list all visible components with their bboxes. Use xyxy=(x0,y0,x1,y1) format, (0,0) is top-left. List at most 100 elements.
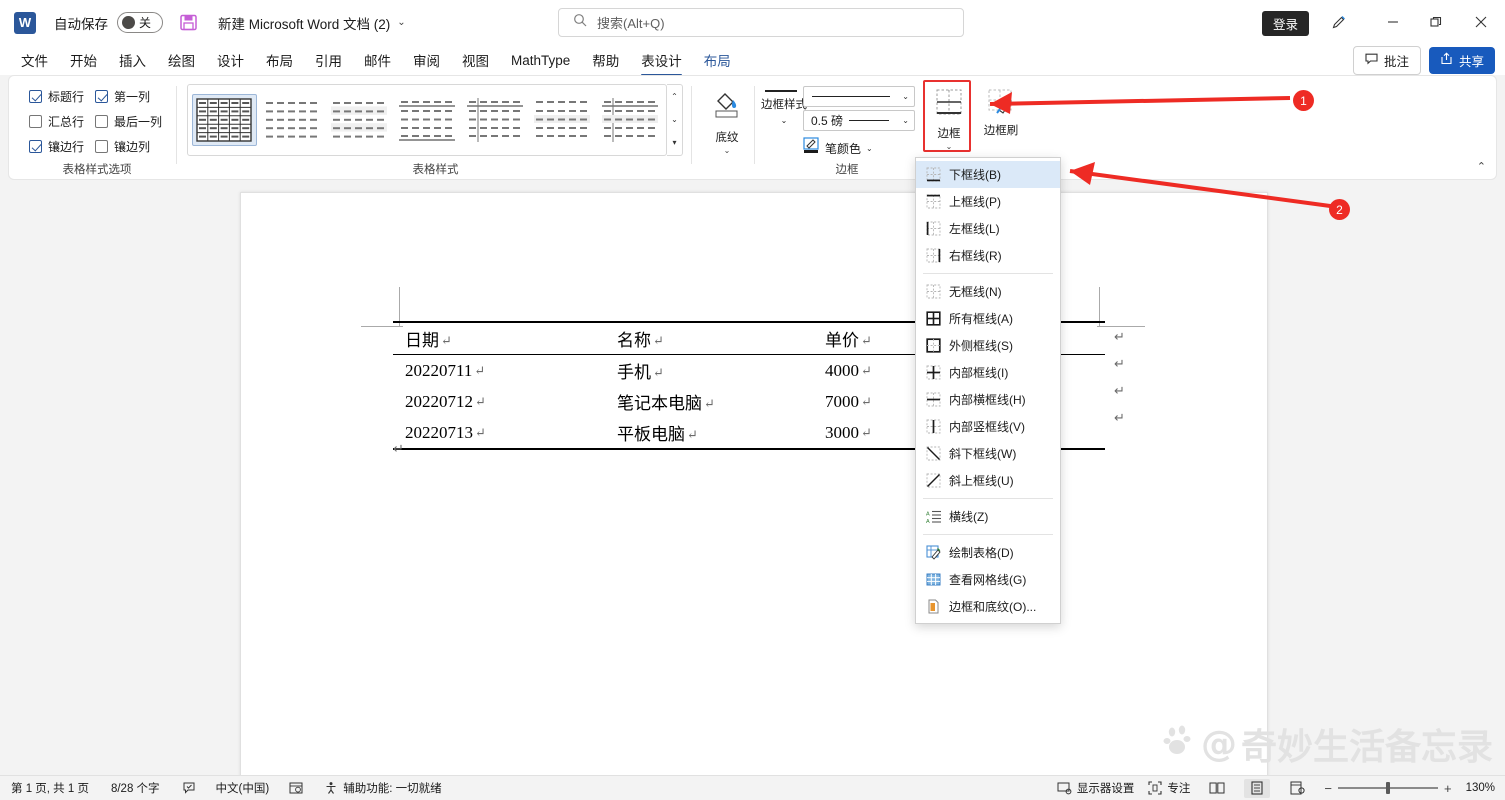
zoom-thumb[interactable] xyxy=(1385,782,1390,795)
tab-mailings[interactable]: 邮件 xyxy=(355,47,400,73)
autosave-toggle[interactable]: 关 xyxy=(117,12,163,33)
menu-item-horizontal-line[interactable]: A A 横线(Z) xyxy=(916,503,1060,530)
table-cell[interactable]: 日期 ↵ xyxy=(393,321,605,355)
checkbox-banded-rows[interactable]: 镶边行 xyxy=(29,138,95,155)
checkbox-header-row[interactable]: 标题行 xyxy=(29,88,95,105)
tab-layout[interactable]: 布局 xyxy=(257,47,302,73)
minimize-button[interactable] xyxy=(1380,10,1406,34)
pen-color-button[interactable]: 笔颜色 ⌄ xyxy=(803,137,873,159)
print-layout-button[interactable] xyxy=(1244,778,1271,798)
menu-item-diagonal-down-border[interactable]: 斜下框线(W) xyxy=(916,440,1060,467)
accessibility-status[interactable]: 辅助功能: 一切就绪 xyxy=(324,780,442,796)
border-painter-button[interactable]: 边框刷 xyxy=(973,84,1029,138)
share-button[interactable]: 共享 xyxy=(1428,46,1495,74)
tab-insert[interactable]: 插入 xyxy=(110,47,155,73)
table-style-thumbnail[interactable] xyxy=(259,94,325,146)
zoom-slider[interactable]: − + xyxy=(1324,781,1451,796)
page-info[interactable]: 第 1 页, 共 1 页 xyxy=(11,780,89,796)
checkbox-total-row[interactable]: 汇总行 xyxy=(29,113,95,130)
table-style-thumbnail[interactable] xyxy=(394,94,460,146)
chevron-down-icon[interactable]: ⌄ xyxy=(902,92,909,101)
tab-draw[interactable]: 绘图 xyxy=(159,47,204,73)
menu-item-no-border[interactable]: 无框线(N) xyxy=(916,278,1060,305)
table-cell[interactable]: 名称 ↵ xyxy=(605,321,813,355)
menu-item-bottom-border[interactable]: 下框线(B) xyxy=(916,161,1060,188)
line-weight-dropdown[interactable]: 0.5 磅 ⌄ xyxy=(803,110,915,131)
shading-button[interactable]: 底纹 ⌄ xyxy=(699,84,755,155)
zoom-track[interactable] xyxy=(1337,782,1438,795)
chevron-down-icon[interactable]: ⌄ xyxy=(866,144,873,153)
tab-help[interactable]: 帮助 xyxy=(583,47,628,73)
tab-references[interactable]: 引用 xyxy=(306,47,351,73)
table-style-thumbnail[interactable] xyxy=(327,94,392,146)
tab-table-layout[interactable]: 布局 xyxy=(695,47,740,73)
tab-view[interactable]: 视图 xyxy=(453,47,498,73)
menu-item-left-border[interactable]: 左框线(L) xyxy=(916,215,1060,242)
search-input[interactable]: 搜索(Alt+Q) xyxy=(558,8,964,37)
menu-item-all-borders[interactable]: 所有框线(A) xyxy=(916,305,1060,332)
menu-item-draw-table[interactable]: 绘制表格(D) xyxy=(916,539,1060,566)
document-title[interactable]: 新建 Microsoft Word 文档 (2) xyxy=(218,13,390,33)
menu-item-inside-vertical-border[interactable]: 内部竖框线(V) xyxy=(916,413,1060,440)
tab-design[interactable]: 设计 xyxy=(208,47,253,73)
word-count[interactable]: 8/28 个字 xyxy=(111,780,160,796)
tab-table-design[interactable]: 表设计 xyxy=(632,47,691,76)
tab-review[interactable]: 审阅 xyxy=(404,47,449,73)
table-style-thumbnail[interactable] xyxy=(192,94,257,146)
table-cell[interactable]: 20220713 ↵ xyxy=(393,417,605,450)
menu-item-diagonal-up-border[interactable]: 斜上框线(U) xyxy=(916,467,1060,494)
table-style-thumbnail[interactable] xyxy=(529,94,595,146)
chevron-down-icon[interactable]: ⌄ xyxy=(781,116,788,125)
table-cell[interactable]: 手机 ↵ xyxy=(605,355,813,387)
close-button[interactable] xyxy=(1468,10,1494,34)
chevron-down-icon[interactable]: ⌄ xyxy=(397,17,405,28)
proofing-icon[interactable] xyxy=(182,781,196,795)
restore-button[interactable] xyxy=(1423,10,1449,34)
chevron-down-icon[interactable]: ⌄ xyxy=(902,116,909,125)
zoom-level[interactable]: 130% xyxy=(1466,782,1495,794)
read-mode-button[interactable] xyxy=(1204,779,1230,798)
checkbox-first-column[interactable]: 第一列 xyxy=(95,88,167,105)
document-page[interactable]: 日期 ↵ 名称 ↵ 单价 ↵ 20220711 ↵ 手机 ↵ 4000 ↵ 20220712… xyxy=(240,192,1268,775)
table-style-thumbnail[interactable] xyxy=(597,94,663,146)
table-cell[interactable]: 20220711 ↵ xyxy=(393,355,605,387)
pen-icon[interactable] xyxy=(1326,10,1352,34)
checkbox-last-column[interactable]: 最后一列 xyxy=(95,113,167,130)
table-cell[interactable]: 20220712 ↵ xyxy=(393,386,605,417)
zoom-in-button[interactable]: + xyxy=(1444,781,1452,796)
display-settings-button[interactable]: 显示器设置 xyxy=(1057,780,1134,796)
gallery-scroll-up[interactable]: ⌃ xyxy=(671,92,678,101)
table-style-thumbnail[interactable] xyxy=(462,94,527,146)
menu-item-borders-and-shading[interactable]: 边框和底纹(O)... xyxy=(916,593,1060,620)
gallery-more-button[interactable]: ▾ xyxy=(672,139,676,147)
save-icon[interactable] xyxy=(179,13,198,32)
tab-file[interactable]: 文件 xyxy=(12,47,57,73)
zoom-out-button[interactable]: − xyxy=(1324,781,1332,796)
menu-item-inside-borders[interactable]: 内部框线(I) xyxy=(916,359,1060,386)
menu-item-outside-borders[interactable]: 外侧框线(S) xyxy=(916,332,1060,359)
menu-item-inside-horizontal-border[interactable]: 内部横框线(H) xyxy=(916,386,1060,413)
tab-home[interactable]: 开始 xyxy=(61,47,106,73)
document-area[interactable]: 日期 ↵ 名称 ↵ 单价 ↵ 20220711 ↵ 手机 ↵ 4000 ↵ 20220712… xyxy=(0,182,1505,775)
comments-button[interactable]: 批注 xyxy=(1352,45,1421,75)
language-indicator[interactable]: 中文(中国) xyxy=(216,780,270,796)
borders-dropdown-menu[interactable]: 下框线(B) 上框线(P) 左框线(L) 右框线(R) 无框线(N) 所有框线(… xyxy=(915,157,1061,624)
line-style-dropdown[interactable]: ⌄ xyxy=(803,86,915,107)
menu-item-right-border[interactable]: 右框线(R) xyxy=(916,242,1060,269)
table-styles-gallery[interactable] xyxy=(187,84,667,156)
checkbox-banded-columns[interactable]: 镶边列 xyxy=(95,138,167,155)
focus-mode-button[interactable]: 专注 xyxy=(1148,780,1190,796)
gallery-scroll-down[interactable]: ⌄ xyxy=(671,115,678,124)
web-layout-button[interactable] xyxy=(1284,779,1310,798)
menu-item-top-border[interactable]: 上框线(P) xyxy=(916,188,1060,215)
ribbon-collapse-button[interactable]: ⌃ xyxy=(1477,160,1486,173)
language-settings-icon[interactable] xyxy=(289,781,304,795)
chevron-down-icon[interactable]: ⌄ xyxy=(724,146,731,155)
table-cell[interactable]: 平板电脑 ↵ xyxy=(605,417,813,450)
tab-mathtype[interactable]: MathType xyxy=(502,50,579,71)
border-styles-button[interactable]: 边框样式 ⌄ xyxy=(761,98,807,128)
gallery-scrollbar[interactable]: ⌃ ⌄ ▾ xyxy=(667,84,683,156)
menu-item-view-gridlines[interactable]: 查看网格线(G) xyxy=(916,566,1060,593)
sign-in-button[interactable]: 登录 xyxy=(1261,11,1309,36)
table-cell[interactable]: 笔记本电脑 ↵ xyxy=(605,386,813,417)
